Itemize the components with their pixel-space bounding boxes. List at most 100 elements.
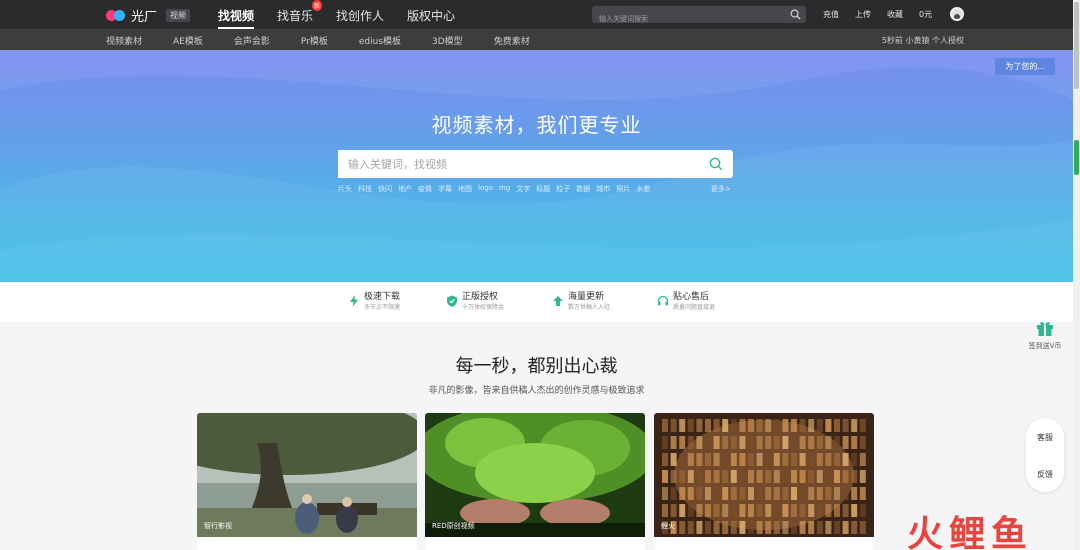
card-footer [197,537,417,550]
feature-sub: 多节点不限速 [364,304,401,311]
avatar[interactable] [950,7,964,21]
new-badge: 新 [312,0,323,11]
hot-keyword[interactable]: 地图 [458,184,472,194]
feature-strip: 极速下载多节点不限速 正版授权十万体权保障金 海量更新数万供稿人入驻 贴心售后质… [0,282,1073,322]
category-3d-model[interactable]: 3D模型 [432,34,463,47]
nav-copyright-center-label: 版权中心 [407,9,456,23]
nav-find-music[interactable]: 找音乐新 [277,0,323,29]
hot-keyword[interactable]: 标题 [536,184,550,194]
main-nav: 找视频 找音乐新 找创作人 版权中心 [218,0,478,29]
recent-purchase-ticker: 5秒前 小黄猿 个人授权 [881,36,964,45]
nav-find-creator-label: 找创作人 [336,9,385,23]
hot-keyword[interactable]: 片头 [338,184,352,194]
more-keywords-link[interactable]: 更多> [711,184,731,194]
category-huisheng[interactable]: 会声会影 [234,34,270,47]
search-icon[interactable] [709,157,723,171]
category-ae-template[interactable]: AE模板 [173,34,203,47]
section-subtitle: 非凡的影像，皆来自供稿人杰出的创作灵感与极致追求 [428,386,645,396]
scrollbar-thumb[interactable] [1074,2,1079,89]
scrollbar-marker [1074,140,1079,175]
recharge-link[interactable]: 充值 [823,9,839,20]
nav-find-creator[interactable]: 找创作人 [336,7,384,29]
thumbnail-scene-library [654,413,874,537]
feature-fast-download: 极速下载多节点不限速 [348,292,400,312]
gift-icon [1037,321,1053,336]
video-card[interactable]: 鲤火 [654,413,874,550]
category-pr-template[interactable]: Pr模板 [301,34,328,47]
hero-title: 视频素材，我们更专业 [431,113,642,137]
hot-keyword[interactable]: 科技 [358,184,372,194]
feature-sub: 数万供稿人入驻 [568,304,611,311]
top-search-input[interactable] [592,10,772,28]
feature-sub: 十万体权保障金 [462,304,505,311]
favorites-link[interactable]: 收藏 [887,9,903,20]
feedback-button[interactable]: 反馈 [1026,469,1064,480]
app-root: 光厂 视频 找视频 找音乐新 找创作人 版权中心 充值 上传 收藏 0元 视频素… [0,0,1080,550]
category-bar: 视频素材 AE模板 会声会影 Pr模板 edius模板 3D模型 免费素材 5秒… [0,29,1073,50]
balance-link[interactable]: 0元 [919,9,932,20]
hot-keyword[interactable]: 照片 [616,184,630,194]
card-footer [654,537,874,550]
hot-keyword[interactable]: 粒子 [556,184,570,194]
customer-service-button[interactable]: 客服 [1026,432,1064,443]
video-thumbnail[interactable]: 鲤火 [654,413,874,537]
lightning-icon [350,295,358,307]
feature-title: 极速下载 [364,292,401,302]
feature-licensed: 正版授权十万体权保障金 [446,292,504,312]
hot-keywords: 片头 科技 快闪 地产 疫情 字幕 地图 logo mg 文字 标题 粒子 数据… [338,184,656,194]
floating-help-panel: 客服 反馈 [1026,418,1064,492]
checkin-gift[interactable]: 签到送V币 [1026,320,1064,351]
upload-arrow-icon [553,296,563,306]
hot-keyword[interactable]: 城市 [596,184,610,194]
top-search-box [592,6,806,28]
feature-service: 贴心售后质量问题直接退 [657,292,715,312]
hero-search-box [338,150,733,178]
hot-keyword[interactable]: 地产 [398,184,412,194]
feature-title: 正版授权 [462,292,499,302]
hot-keyword[interactable]: 字幕 [438,184,452,194]
page-scrollbar[interactable] [1073,0,1080,550]
hot-keyword[interactable]: 疫情 [418,184,432,194]
hero-corner-tag[interactable]: 为了您的... [995,58,1055,75]
logo[interactable]: 光厂 视频 [106,6,191,25]
hot-keyword[interactable]: mg [499,184,510,194]
section-title: 每一秒，都别出心裁 [455,356,618,377]
headset-icon [657,295,669,306]
hot-keyword[interactable]: 文字 [516,184,530,194]
card-footer [425,537,645,550]
category-nav: 视频素材 AE模板 会声会影 Pr模板 edius模板 3D模型 免费素材 [106,34,561,47]
category-free-material[interactable]: 免费素材 [494,34,530,47]
hot-keyword[interactable]: 水墨 [636,184,650,194]
thumbnail-scene-tea [425,413,645,537]
top-links: 充值 上传 收藏 0元 [823,9,948,20]
watermark: 火鲤鱼 [907,514,1034,550]
top-navbar: 光厂 视频 找视频 找音乐新 找创作人 版权中心 充值 上传 收藏 0元 [0,0,1073,29]
logo-badge: 视频 [166,9,191,22]
shield-icon [447,295,457,307]
hot-keyword[interactable]: 数据 [576,184,590,194]
nav-copyright-center[interactable]: 版权中心 [407,7,455,29]
nav-find-video-label: 找视频 [218,9,255,23]
video-thumbnail[interactable]: 智行影视 [197,413,417,537]
card-caption: 鲤火 [661,522,675,530]
logo-mark-icon [106,8,128,24]
feature-updates: 海量更新数万供稿人入驻 [552,292,610,312]
category-video-material[interactable]: 视频素材 [106,34,142,47]
logo-text: 光厂 [131,10,158,25]
search-icon[interactable] [790,9,801,20]
feature-title: 海量更新 [568,292,605,302]
video-card[interactable]: RED原创视频 [425,413,645,550]
hot-keyword[interactable]: 快闪 [378,184,392,194]
video-card[interactable]: 智行影视 [197,413,417,550]
card-caption: 智行影视 [204,522,232,530]
video-thumbnail[interactable]: RED原创视频 [425,413,645,537]
nav-find-video[interactable]: 找视频 [218,7,255,29]
feature-sub: 质量问题直接退 [673,304,716,311]
card-caption: RED原创视频 [432,522,475,530]
category-edius-template[interactable]: edius模板 [359,34,401,47]
feature-title: 贴心售后 [673,292,710,302]
hot-keyword[interactable]: logo [478,184,493,194]
upload-link[interactable]: 上传 [855,9,871,20]
hero-search-input[interactable] [338,150,678,178]
gift-text: 签到送V币 [1028,342,1062,350]
